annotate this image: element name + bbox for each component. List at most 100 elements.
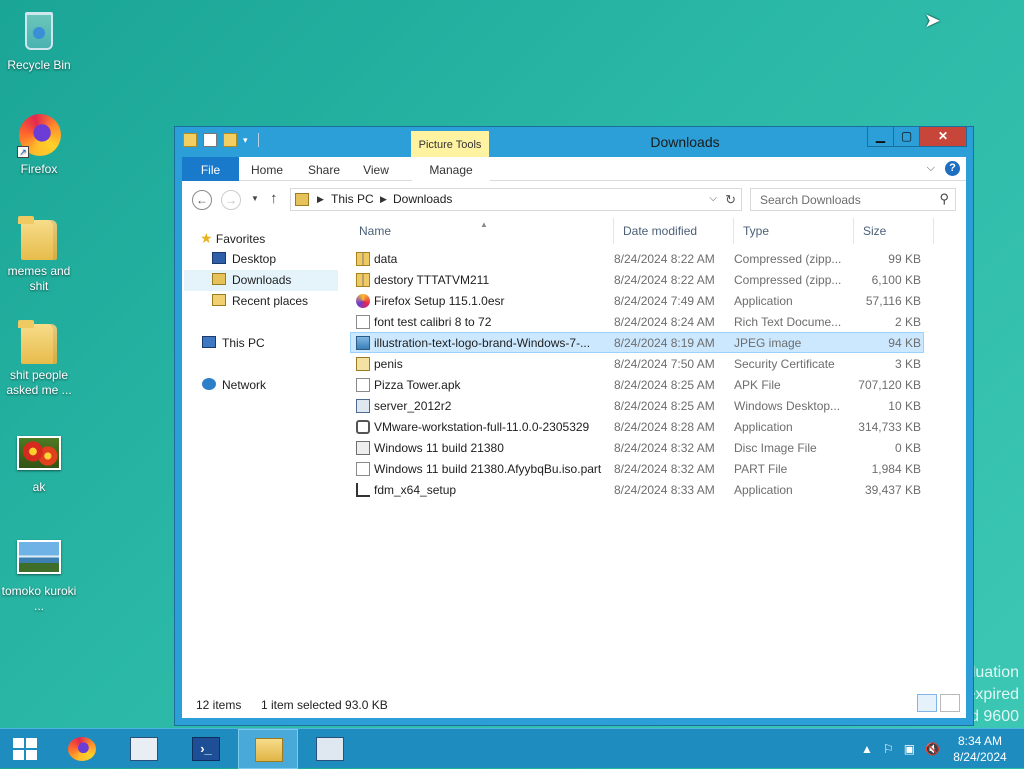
selection-info: 1 item selected 93.0 KB (261, 698, 388, 712)
file-size: 57,116 KB (865, 294, 921, 308)
breadcrumb-arrow-icon[interactable]: ▶ (380, 194, 387, 205)
desktop-icon-recycle-bin[interactable]: Recycle Bin (1, 6, 77, 73)
show-hidden-icons-chevron-icon[interactable]: ▲ (861, 742, 873, 756)
taskbar-file-explorer[interactable] (238, 729, 298, 769)
mouse-cursor-icon: ➤ (924, 10, 941, 32)
taskbar-control-panel[interactable] (300, 729, 360, 769)
column-header-name[interactable]: ▲ Name (350, 218, 614, 244)
breadcrumb-arrow-icon[interactable]: ▶ (317, 194, 324, 205)
file-name: destory TTTATVM211 (374, 273, 490, 287)
file-size: 99 KB (888, 252, 921, 266)
back-button[interactable]: ← (192, 190, 212, 210)
zip-folder-icon (356, 252, 370, 266)
nav-item-desktop[interactable]: Desktop (212, 249, 276, 270)
file-row[interactable]: penis 8/24/2024 7:50 AM Security Certifica… (350, 353, 924, 374)
nav-item-network[interactable]: Network (202, 375, 266, 396)
file-size: 94 KB (888, 336, 921, 350)
column-header-type[interactable]: Type (734, 218, 854, 244)
file-row[interactable]: Windows 11 build 21380 8/24/2024 8:32 AM D… (350, 437, 924, 458)
window-controls: ▁ ▢ ✕ (867, 127, 967, 147)
file-type: Security Certificate (734, 357, 835, 371)
nav-item-recent-places[interactable]: Recent places (212, 291, 308, 312)
nav-item-label: Downloads (232, 273, 292, 287)
tab-view[interactable]: View (354, 157, 398, 181)
file-row[interactable]: VMware-workstation-full-11.0.0-2305329 8/… (350, 416, 924, 437)
search-icon[interactable]: ⚲ (939, 191, 949, 207)
desktop-icon-memes-folder[interactable]: memes and shit (1, 212, 77, 294)
desktop-icon-label: ak (32, 480, 46, 494)
column-header-size[interactable]: Size (854, 218, 934, 244)
file-row[interactable]: Firefox Setup 115.1.0esr 8/24/2024 7:49 A… (350, 290, 924, 311)
forward-button[interactable]: → (221, 190, 241, 210)
file-name: Firefox Setup 115.1.0esr (374, 294, 505, 308)
refresh-icon[interactable]: ↻ (725, 192, 736, 208)
desktop-icon-tomoko-image[interactable]: tomoko kuroki ... (1, 532, 77, 614)
installer-icon (356, 483, 370, 497)
up-button[interactable]: ↑ (270, 190, 278, 207)
network-icon (202, 378, 216, 390)
file-date-modified: 8/24/2024 8:25 AM (614, 399, 715, 413)
file-row[interactable]: server_2012r2 8/24/2024 8:25 AM Windows De… (350, 395, 924, 416)
maximize-button[interactable]: ▢ (893, 127, 920, 147)
shortcut-arrow-icon: ↗ (17, 146, 29, 158)
taskbar-firefox[interactable] (52, 729, 112, 769)
folder-icon (15, 316, 63, 364)
address-bar[interactable]: ▶ This PC ▶ Downloads ⌵ ↻ (290, 188, 742, 211)
new-folder-icon[interactable] (223, 133, 237, 147)
file-row[interactable]: fdm_x64_setup 8/24/2024 8:33 AM Applicatio… (350, 479, 924, 500)
large-icons-view-button[interactable] (940, 694, 960, 712)
recent-locations-chevron-icon[interactable]: ▼ (251, 194, 259, 203)
file-row[interactable]: Windows 11 build 21380.AfyybqBu.iso.part… (350, 458, 924, 479)
address-history-chevron-icon[interactable]: ⌵ (709, 193, 717, 204)
remote-desktop-icon (356, 399, 370, 413)
minimize-button[interactable]: ▁ (867, 127, 894, 147)
nav-item-downloads[interactable]: Downloads (184, 270, 338, 291)
properties-icon[interactable] (203, 133, 217, 147)
volume-muted-icon[interactable]: 🔇 (925, 742, 940, 756)
file-row[interactable]: destory TTTATVM211 8/24/2024 8:22 AM Compr… (350, 269, 924, 290)
column-header-date-modified[interactable]: Date modified (614, 218, 734, 244)
file-row[interactable]: font test calibri 8 to 72 8/24/2024 8:24 … (350, 311, 924, 332)
file-row[interactable]: Pizza Tower.apk 8/24/2024 8:25 AM APK File… (350, 374, 924, 395)
nav-item-this-pc[interactable]: This PC (202, 333, 265, 354)
file-row[interactable]: data 8/24/2024 8:22 AM Compressed (zipp...… (350, 248, 924, 269)
nav-item-label: Desktop (232, 252, 277, 266)
breadcrumb-this-pc[interactable]: This PC (331, 192, 374, 206)
folder-icon[interactable] (183, 133, 197, 147)
tab-file[interactable]: File (182, 157, 239, 181)
desktop-icon-ak-image[interactable]: ak (1, 428, 77, 495)
desktop-icon-firefox[interactable]: ↗ Firefox (1, 110, 77, 177)
tab-home[interactable]: Home (242, 157, 292, 181)
file-size: 707,120 KB (858, 378, 921, 392)
file-size: 1,984 KB (871, 462, 921, 476)
nav-item-label: This PC (222, 336, 265, 350)
breadcrumb-downloads[interactable]: Downloads (393, 192, 452, 206)
customize-toolbar-chevron-icon[interactable]: ▾ (243, 135, 248, 146)
file-type: Compressed (zipp... (734, 273, 842, 287)
desktop-icon-requests-folder[interactable]: shit people asked me ... (1, 316, 77, 398)
action-center-flag-icon[interactable]: ⚐ (883, 742, 894, 756)
nav-item-label: Recent places (232, 294, 309, 308)
search-input[interactable]: Search Downloads ⚲ (750, 188, 956, 211)
close-button[interactable]: ✕ (919, 127, 967, 147)
file-row[interactable]: illustration-text-logo-brand-Windows-7-.… (350, 332, 924, 353)
taskbar-server-manager[interactable] (114, 729, 174, 769)
network-status-icon[interactable]: ▣ (904, 742, 915, 756)
file-date-modified: 8/24/2024 8:25 AM (614, 378, 715, 392)
tab-manage[interactable]: Manage (412, 157, 490, 181)
nav-item-favorites[interactable]: ★ Favorites (200, 228, 265, 249)
context-group-label: Picture Tools (418, 139, 482, 151)
help-icon[interactable]: ? (945, 161, 960, 176)
sort-ascending-icon: ▲ (480, 220, 488, 229)
tab-share[interactable]: Share (300, 157, 348, 181)
image-file-icon (15, 532, 63, 580)
expand-ribbon-chevron-icon[interactable]: ⌵ (927, 162, 935, 175)
taskbar-powershell[interactable]: ›_ (176, 729, 236, 769)
system-clock[interactable]: 8:34 AM 8/24/2024 (950, 733, 1010, 765)
file-size: 3 KB (894, 357, 921, 371)
star-icon: ★ (200, 230, 213, 246)
details-view-button[interactable] (917, 694, 937, 712)
start-button[interactable] (0, 729, 50, 769)
title-bar[interactable]: ▾ Downloads ▁ ▢ ✕ (175, 127, 973, 157)
file-type: JPEG image (734, 336, 802, 350)
